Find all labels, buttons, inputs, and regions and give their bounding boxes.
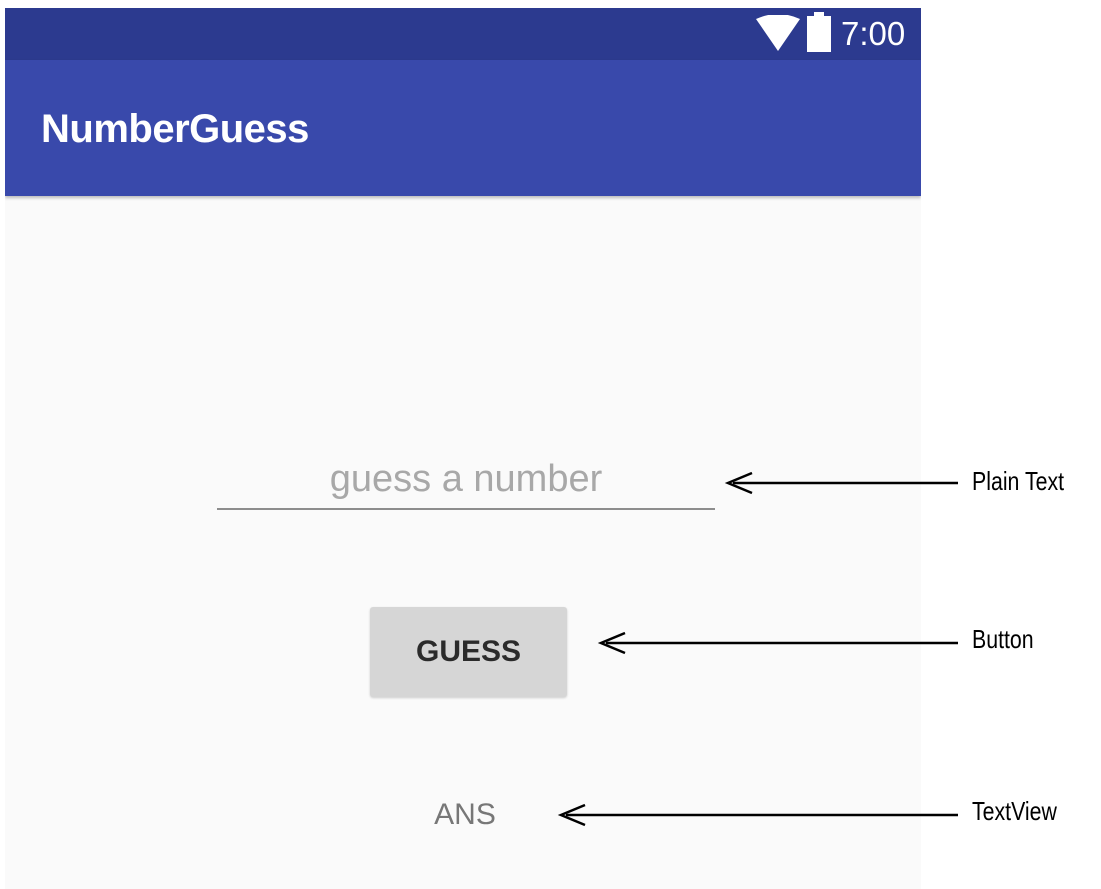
textview-annotation: TextView bbox=[972, 796, 1057, 826]
wifi-icon bbox=[756, 15, 800, 51]
app-bar: NumberGuess bbox=[5, 60, 921, 196]
phone-screen: 7:00 NumberGuess GUESS ANS bbox=[5, 8, 921, 889]
battery-icon bbox=[807, 12, 831, 52]
status-bar: 7:00 bbox=[5, 8, 921, 60]
guess-button[interactable]: GUESS bbox=[370, 607, 567, 697]
app-title: NumberGuess bbox=[41, 107, 309, 151]
status-clock: 7:00 bbox=[841, 15, 906, 52]
plain-text-annotation: Plain Text bbox=[972, 466, 1065, 496]
answer-text: ANS bbox=[434, 798, 496, 831]
page: 7:00 NumberGuess GUESS ANS Plain Text Bu… bbox=[0, 0, 1101, 889]
guess-input[interactable] bbox=[217, 450, 715, 510]
button-annotation: Button bbox=[972, 624, 1034, 654]
